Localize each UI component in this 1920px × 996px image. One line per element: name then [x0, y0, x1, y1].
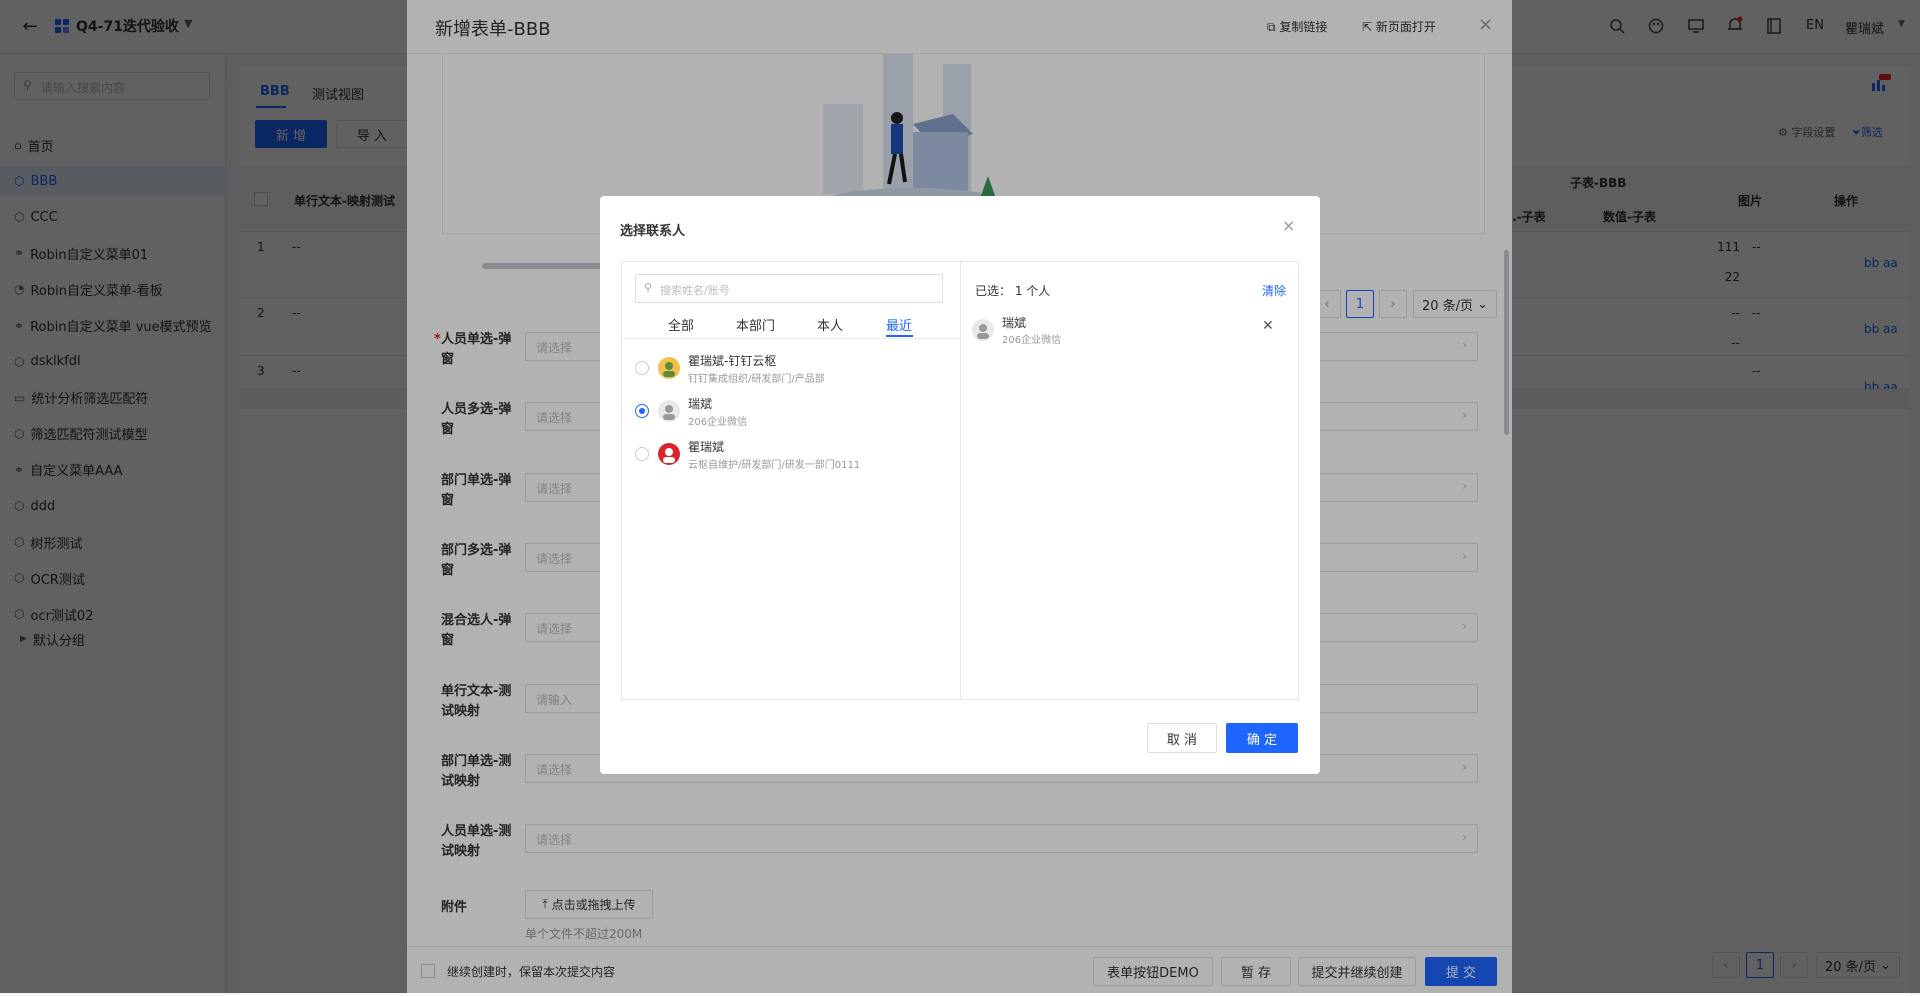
contact-search-input[interactable]: ⚲ 搜索姓名/账号	[635, 274, 943, 303]
avatar	[658, 357, 680, 383]
selected-label: 已选：	[975, 284, 1012, 298]
contact-list-item[interactable]: 瞿瑞斌云枢自维护/研发部门/研发一部门0111	[622, 436, 959, 476]
cancel-button[interactable]: 取 消	[1147, 723, 1217, 753]
selected-count: 已选： 1 个人	[975, 282, 1050, 299]
contact-radio[interactable]	[635, 361, 649, 375]
selected-contact-department: 206企业微信	[1002, 335, 1062, 346]
radio-dot	[639, 408, 645, 414]
contact-search-placeholder: 搜索姓名/账号	[660, 284, 730, 297]
avatar	[972, 319, 994, 345]
tab-recent[interactable]: 最近	[886, 315, 912, 334]
picker-body: ⚲ 搜索姓名/账号 全部 本部门 本人 最近 瞿瑞斌-钉钉云枢钉钉集成组织/研发…	[621, 261, 1299, 700]
contact-list-item[interactable]: 瞿瑞斌-钉钉云枢钉钉集成组织/研发部门/产品部	[622, 350, 959, 390]
contact-name: 瞿瑞斌-钉钉云枢	[688, 354, 777, 368]
selected-contact-item: 瑞斌 206企业微信 ✕	[972, 312, 1292, 348]
avatar	[658, 400, 680, 426]
search-icon: ⚲	[644, 281, 653, 294]
avatar	[658, 443, 680, 469]
clear-selection-link[interactable]: 清除	[1262, 282, 1286, 299]
tab-active-underline	[886, 335, 913, 337]
remove-selected-icon[interactable]: ✕	[1262, 318, 1274, 334]
contact-department: 206企业微信	[688, 417, 748, 428]
picker-divider	[960, 262, 961, 699]
contact-department: 钉钉集成组织/研发部门/产品部	[688, 374, 825, 385]
contact-list-item[interactable]: 瑞斌 206企业微信	[622, 393, 959, 433]
contact-department: 云枢自维护/研发部门/研发一部门0111	[688, 460, 861, 471]
selected-contact-name: 瑞斌	[1002, 316, 1027, 330]
contact-picker-dialog: 选择联系人 × ⚲ 搜索姓名/账号 全部 本部门 本人 最近 瞿瑞斌-钉钉云枢钉…	[600, 196, 1320, 774]
selected-count-value: 1 个人	[1014, 284, 1051, 298]
tab-department[interactable]: 本部门	[736, 315, 775, 334]
dialog-close-icon[interactable]: ×	[1282, 216, 1295, 235]
contact-radio[interactable]	[635, 404, 649, 418]
contact-name: 瑞斌	[688, 397, 713, 411]
tab-bottom-border	[622, 338, 960, 339]
dialog-title: 选择联系人	[620, 224, 686, 239]
contact-radio[interactable]	[635, 447, 649, 461]
confirm-button[interactable]: 确 定	[1226, 723, 1298, 753]
contact-name: 瞿瑞斌	[688, 440, 725, 454]
tab-all[interactable]: 全部	[668, 315, 694, 334]
tab-self[interactable]: 本人	[817, 315, 843, 334]
